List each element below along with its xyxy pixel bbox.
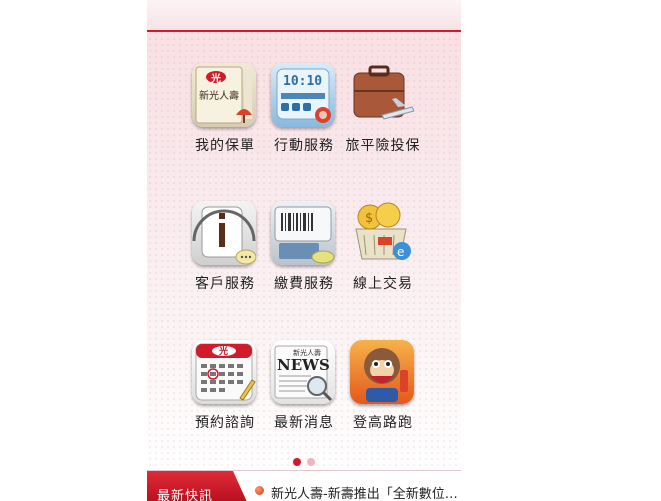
menu-item-label: 我的保單 bbox=[195, 138, 255, 154]
payment-icon bbox=[271, 201, 335, 265]
clock-time-text: 10:10 bbox=[283, 74, 323, 89]
brand-name-text: 新光人壽 bbox=[199, 91, 239, 102]
menu-item-payment[interactable]: 繳費服務 bbox=[264, 201, 344, 301]
menu-item-label: 預約諮詢 bbox=[195, 415, 255, 431]
menu-item-label: 線上交易 bbox=[353, 276, 413, 292]
mascot-run-icon bbox=[350, 340, 414, 404]
online-trade-icon: $ e bbox=[350, 201, 414, 265]
svg-text:e: e bbox=[397, 245, 404, 259]
page-dot-active[interactable] bbox=[293, 458, 301, 466]
page-indicator bbox=[293, 458, 323, 468]
calendar-brand-mark: 光 bbox=[219, 347, 229, 357]
menu-item-label: 繳費服務 bbox=[274, 276, 334, 292]
menu-item-label: 登高路跑 bbox=[353, 415, 413, 431]
menu-item-label: 旅平險投保 bbox=[345, 138, 421, 154]
policy-book-icon: 光 新光人壽 bbox=[192, 63, 256, 127]
ticker-headline[interactable]: 新光人壽-新壽推出「全新數位… bbox=[271, 483, 458, 501]
menu-item-news[interactable]: 新光人壽 NEWS 最新消息 bbox=[264, 340, 344, 440]
app-screen: 光 新光人壽 我的保單 10:10 行動服務 旅平險投保 客戶服務 繳費服務 $… bbox=[147, 0, 461, 501]
menu-item-online-trade[interactable]: $ e 線上交易 bbox=[343, 201, 423, 301]
news-icon: 新光人壽 NEWS bbox=[271, 340, 335, 404]
menu-item-label: 客戶服務 bbox=[195, 276, 255, 292]
menu-item-label: 最新消息 bbox=[274, 415, 334, 431]
ticker-tag: 最新快訊 bbox=[147, 471, 247, 501]
menu-item-mobile-service[interactable]: 10:10 行動服務 bbox=[264, 63, 344, 163]
news-ticker[interactable]: 最新快訊 新光人壽-新壽推出「全新數位… bbox=[147, 470, 461, 501]
menu-item-label: 行動服務 bbox=[274, 138, 334, 154]
news-word-text: NEWS bbox=[277, 356, 330, 374]
mobile-service-icon: 10:10 bbox=[271, 63, 335, 127]
menu-item-run[interactable]: 登高路跑 bbox=[343, 340, 423, 440]
bullet-icon bbox=[255, 486, 264, 495]
menu-item-appointment[interactable]: 光 預約諮詢 bbox=[185, 340, 265, 440]
brand-mark-text: 光 bbox=[211, 74, 221, 85]
ticker-tag-label: 最新快訊 bbox=[157, 489, 214, 501]
top-bar bbox=[147, 0, 461, 32]
travel-insurance-icon bbox=[350, 63, 415, 127]
menu-item-customer-service[interactable]: 客戶服務 bbox=[185, 201, 265, 301]
menu-item-my-policy[interactable]: 光 新光人壽 我的保單 bbox=[185, 63, 265, 163]
calendar-icon: 光 bbox=[192, 340, 256, 404]
page-dot-inactive[interactable] bbox=[307, 458, 315, 466]
menu-item-travel-insurance[interactable]: 旅平險投保 bbox=[343, 63, 423, 163]
svg-text:$: $ bbox=[365, 211, 373, 226]
customer-service-icon bbox=[192, 201, 257, 265]
